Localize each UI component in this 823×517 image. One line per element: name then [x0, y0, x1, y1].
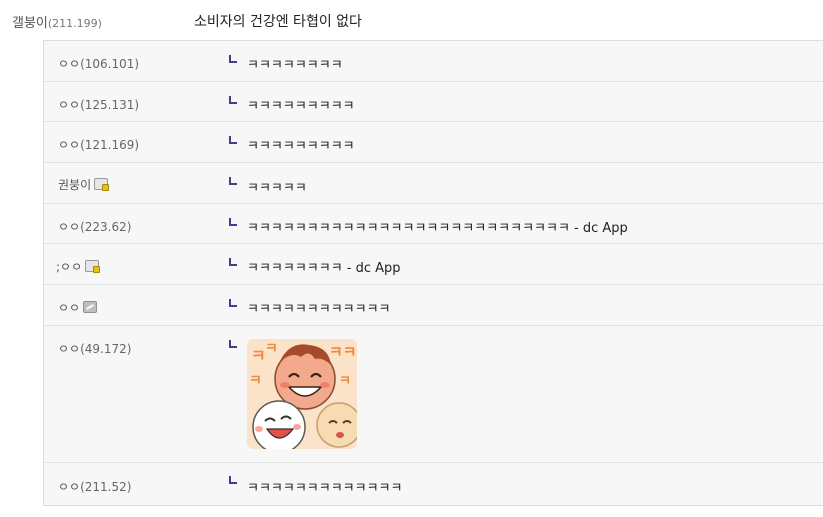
reply-item: ㅇㅇ(49.172): [44, 325, 823, 463]
svg-text:ㅋ: ㅋ: [249, 373, 262, 389]
reply-list: ㅇㅇ(106.101) ㅋㅋㅋㅋㅋㅋㅋㅋ ㅇㅇ(125.131) ㅋㅋㅋㅋㅋㅋㅋ…: [43, 40, 823, 506]
member-lock-icon: [94, 178, 110, 191]
reply-text: ㅋㅋㅋㅋㅋㅋㅋㅋ: [247, 58, 343, 73]
reply-arrow-icon: [229, 258, 237, 266]
reply-author[interactable]: ㅇㅇ(125.131): [58, 96, 139, 113]
reply-author[interactable]: 권붕이: [58, 176, 110, 193]
reply-arrow-icon: [229, 218, 237, 226]
reply-text: ㅋㅋㅋㅋㅋㅋㅋㅋ - dc App: [247, 261, 401, 276]
reply-author[interactable]: ㅇㅇ(49.172): [58, 340, 131, 357]
reply-author[interactable]: ㅇㅇ(223.62): [58, 218, 131, 235]
reply-author[interactable]: ;ㅇㅇ: [56, 258, 101, 275]
reply-item: ㅇㅇ ㅋㅋㅋㅋㅋㅋㅋㅋㅋㅋㅋㅋ: [44, 284, 823, 326]
reply-arrow-icon: [229, 136, 237, 144]
reply-item: ㅇㅇ(106.101) ㅋㅋㅋㅋㅋㅋㅋㅋ: [44, 41, 823, 81]
reply-item: ㅇㅇ(211.52) ㅋㅋㅋㅋㅋㅋㅋㅋㅋㅋㅋㅋㅋ: [44, 462, 823, 506]
top-comment-text: 소비자의 건강엔 타협이 없다: [194, 14, 362, 30]
reply-item: 권붕이 ㅋㅋㅋㅋㅋ: [44, 162, 823, 204]
reply-author[interactable]: ㅇㅇ: [58, 299, 98, 316]
reply-text: ㅋㅋㅋㅋㅋ: [247, 181, 307, 196]
reply-arrow-icon: [229, 299, 237, 307]
author-ip: (211.199): [47, 17, 102, 30]
member-lock-icon: [85, 260, 101, 273]
reply-item: ㅇㅇ(223.62) ㅋㅋㅋㅋㅋㅋㅋㅋㅋㅋㅋㅋㅋㅋㅋㅋㅋㅋㅋㅋㅋㅋㅋㅋㅋㅋㅋ -…: [44, 203, 823, 244]
reply-item: ㅇㅇ(121.169) ㅋㅋㅋㅋㅋㅋㅋㅋㅋ: [44, 121, 823, 163]
reply-arrow-icon: [229, 476, 237, 484]
reply-arrow-icon: [229, 55, 237, 63]
reply-arrow-icon: [229, 340, 237, 348]
reply-author[interactable]: ㅇㅇ(121.169): [58, 136, 139, 153]
reply-item: ;ㅇㅇ ㅋㅋㅋㅋㅋㅋㅋㅋ - dc App: [44, 243, 823, 285]
reply-author[interactable]: ㅇㅇ(211.52): [58, 478, 131, 495]
top-comment: 갤붕이(211.199) 소비자의 건강엔 타협이 없다: [0, 0, 823, 40]
reply-author[interactable]: ㅇㅇ(106.101): [58, 55, 139, 72]
svg-text:ㅋㅋ: ㅋㅋ: [329, 343, 357, 361]
top-comment-author[interactable]: 갤붕이(211.199): [12, 12, 102, 31]
dccon-illustration: ㅋ ㅋ ㅋㅋ ㅋ ㅋ: [247, 339, 357, 449]
reply-arrow-icon: [229, 177, 237, 185]
author-nick[interactable]: 갤붕이: [12, 16, 48, 31]
reply-text: ㅋㅋㅋㅋㅋㅋㅋㅋㅋ: [247, 99, 355, 114]
svg-text:ㅋ: ㅋ: [265, 341, 278, 357]
reply-text: ㅋㅋㅋㅋㅋㅋㅋㅋㅋ: [247, 139, 355, 154]
reply-text: ㅋㅋㅋㅋㅋㅋㅋㅋㅋㅋㅋㅋ: [247, 302, 391, 317]
svg-text:ㅋ: ㅋ: [339, 374, 351, 389]
svg-text:ㅋ: ㅋ: [251, 346, 266, 365]
reply-arrow-icon: [229, 96, 237, 104]
fixed-nick-icon: [83, 301, 98, 313]
laughing-faces-dccon[interactable]: ㅋ ㅋ ㅋㅋ ㅋ ㅋ: [247, 339, 357, 449]
reply-text: ㅋㅋㅋㅋㅋㅋㅋㅋㅋㅋㅋㅋㅋㅋㅋㅋㅋㅋㅋㅋㅋㅋㅋㅋㅋㅋㅋ - dc App: [247, 221, 628, 236]
reply-item: ㅇㅇ(125.131) ㅋㅋㅋㅋㅋㅋㅋㅋㅋ: [44, 81, 823, 122]
reply-text: ㅋㅋㅋㅋㅋㅋㅋㅋㅋㅋㅋㅋㅋ: [247, 481, 403, 496]
